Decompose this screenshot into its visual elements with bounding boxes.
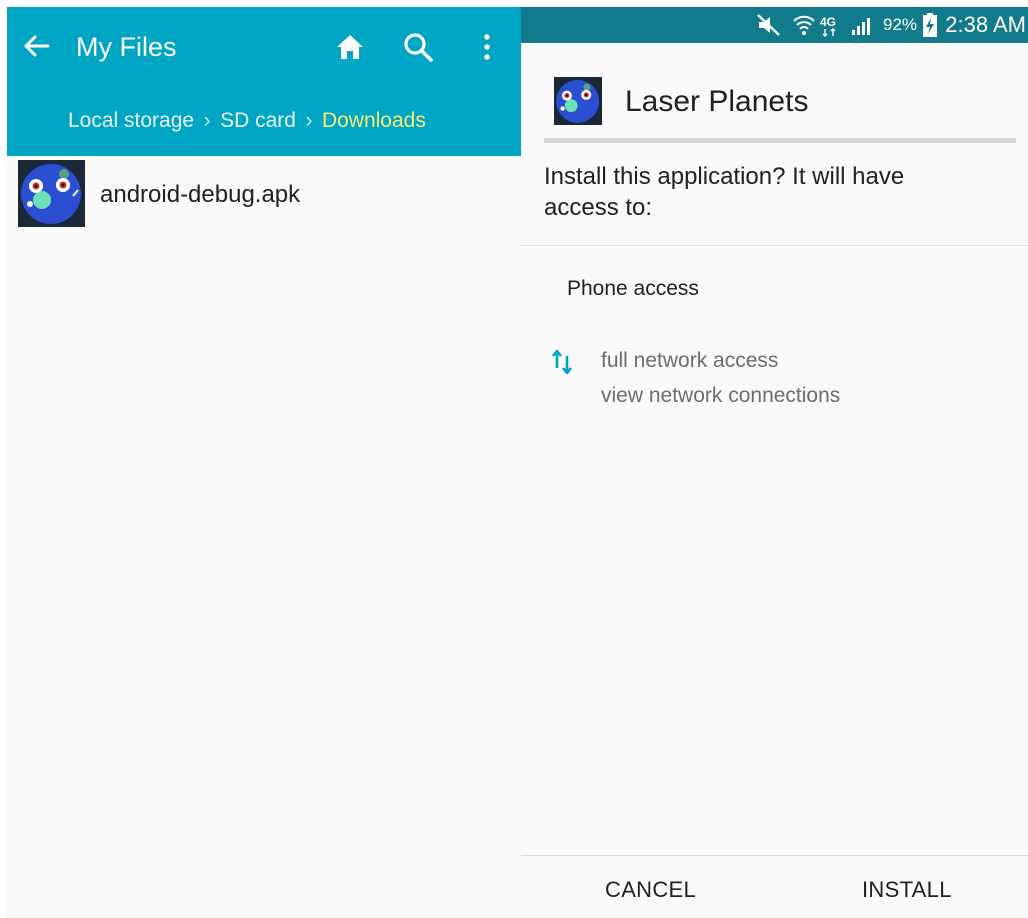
cancel-button[interactable]: CANCEL (605, 877, 696, 903)
planet-app-icon (18, 160, 85, 227)
battery-percent: 92% (883, 15, 918, 34)
install-question: Install this application? It will have a… (544, 163, 905, 221)
back-arrow-icon[interactable] (21, 31, 51, 61)
app-bar: My Files Local storage › SD card › Downloads (7, 7, 521, 156)
file-name: android-debug.apk (100, 181, 301, 208)
app-icon (554, 77, 602, 125)
status-bar: 4G 92% 2:38 AM (521, 7, 1028, 43)
list-item[interactable]: android-debug.apk (18, 160, 518, 228)
wifi-icon (793, 15, 815, 35)
breadcrumb-downloads[interactable]: Downloads (322, 109, 426, 132)
file-manager-panel: My Files Local storage › SD card › Downloads (7, 7, 521, 918)
permission-item: view network connections (601, 384, 841, 407)
breadcrumb-local-storage[interactable]: Local storage (68, 109, 194, 132)
permission-group-title: Phone access (567, 277, 699, 300)
4g-icon: 4G (820, 15, 836, 37)
chevron-right-icon: › (203, 109, 211, 132)
more-options-icon[interactable] (471, 31, 503, 63)
install-button[interactable]: INSTALL (862, 877, 952, 903)
page-title: My Files (76, 32, 177, 62)
breadcrumb-sd-card[interactable]: SD card (220, 109, 296, 132)
permission-item: full network access (601, 349, 779, 372)
home-icon[interactable] (334, 31, 366, 63)
svg-text:4G: 4G (820, 15, 836, 29)
app-title: Laser Planets (625, 85, 809, 118)
network-transfer-icon (551, 349, 573, 375)
header-divider (544, 138, 1016, 143)
divider (521, 245, 1028, 246)
battery-charging-icon (923, 13, 937, 37)
button-bar-divider (521, 855, 1028, 856)
installer-panel: 4G 92% 2:38 AM Laser Planets Install thi… (521, 7, 1028, 918)
status-time: 2:38 AM (945, 12, 1026, 37)
breadcrumb: Local storage › SD card › Downloads (68, 108, 426, 134)
chevron-right-icon: › (305, 109, 313, 132)
mute-icon (757, 14, 780, 36)
signal-icon (852, 18, 870, 35)
search-icon[interactable] (402, 31, 434, 63)
